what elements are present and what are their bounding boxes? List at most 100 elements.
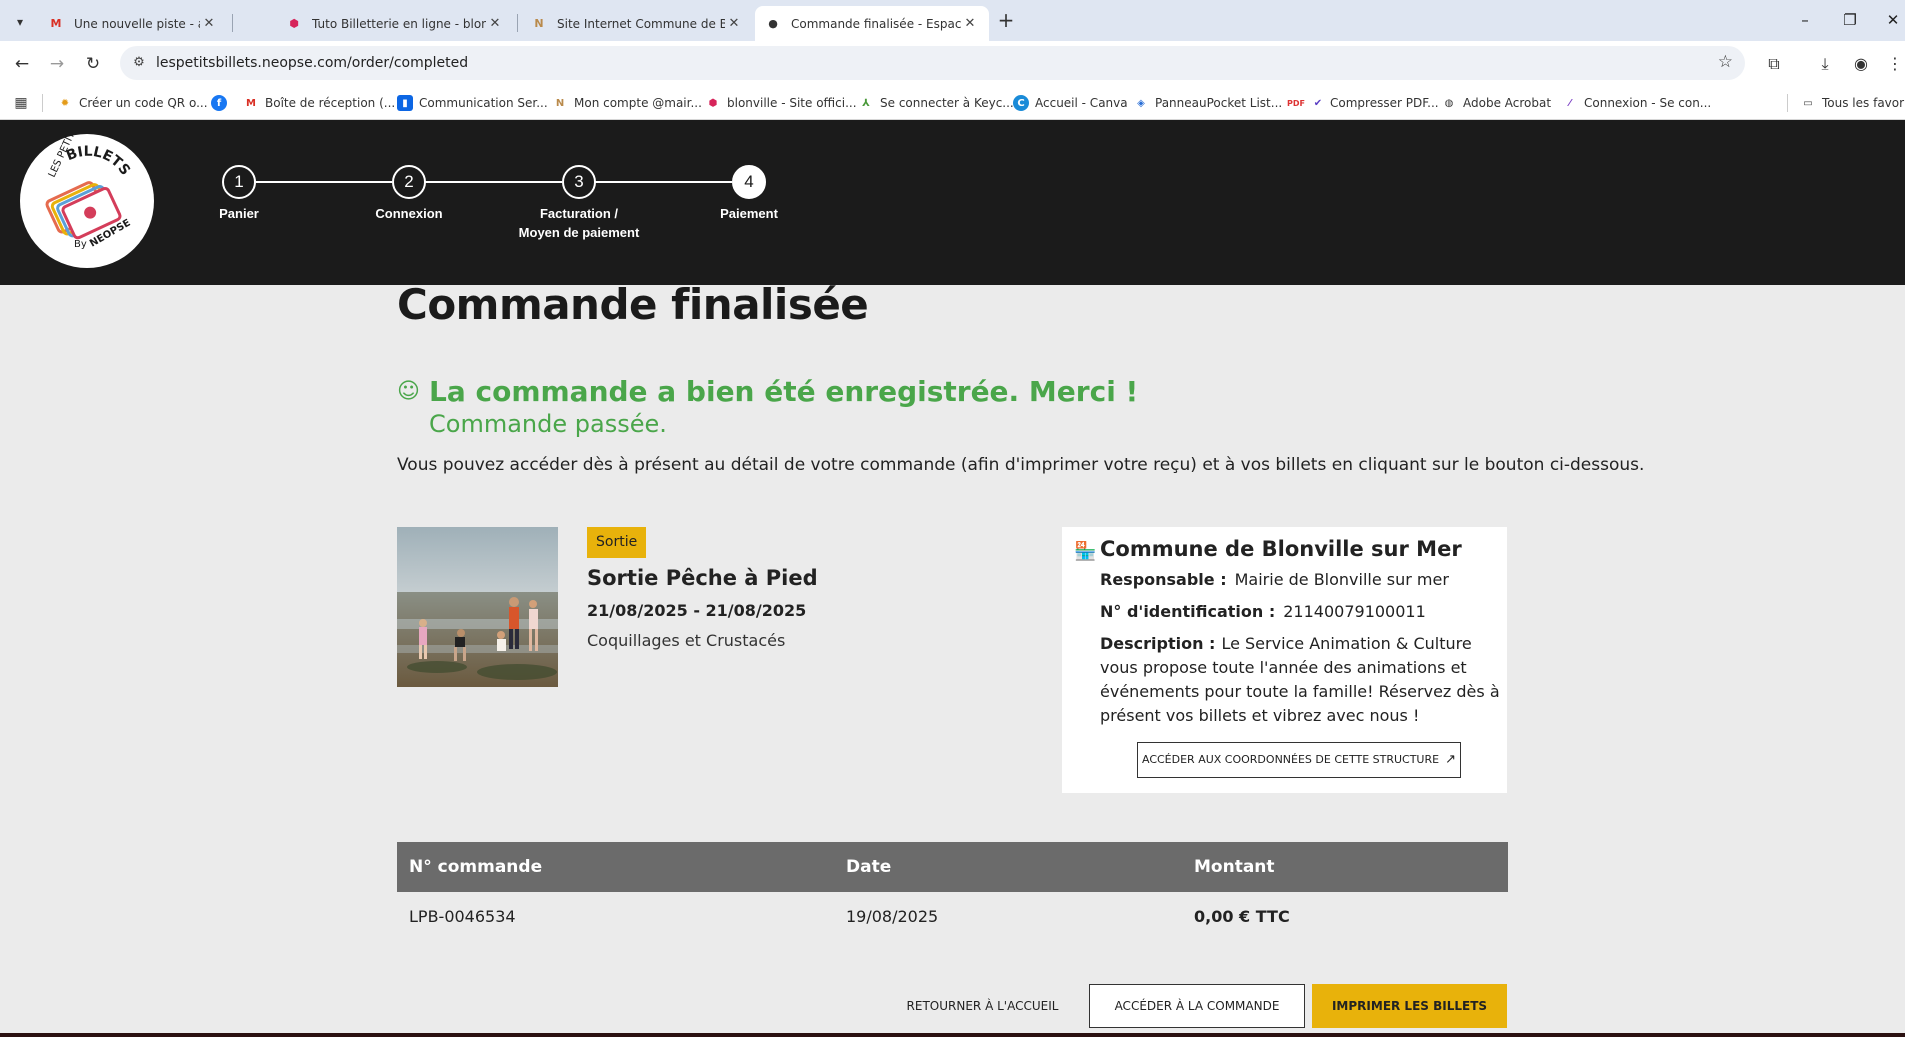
order-date: 19/08/2025 [846,907,939,926]
order-amount: 0,00 € TTC [1194,907,1290,926]
organizer-name: Commune de Blonville sur Mer [1100,537,1462,561]
keycloak-icon: ⅄ [862,97,870,109]
step-4-label: Paiement [720,206,778,221]
header-amount: Montant [1194,857,1275,877]
bookmark-item[interactable]: ⅄ Se connecter à Keyc... [858,93,1014,113]
smiley-icon: ☺ [397,379,420,404]
minimize-icon[interactable]: – [1793,8,1817,32]
event-title: Sortie Pêche à Pied [587,566,818,590]
bookmark-item[interactable]: PDF ✔ Compresser PDF... [1287,93,1439,113]
event-photo [397,527,558,687]
step-4-circle: 4 [732,165,766,199]
external-link-icon: ↗ [1445,752,1456,767]
tab-strip: ▾ M Une nouvelle piste - animation ✕ ⬢ T… [0,0,1905,41]
tab-separator [232,14,233,32]
logo-badge: BILLETS LES PETITS By NEOPSE [45,125,133,250]
organizer-contact-button[interactable]: ACCÉDER AUX COORDONNÉES DE CETTE STRUCTU… [1137,742,1461,778]
bookmark-item[interactable]: f [211,93,233,113]
back-icon[interactable]: ← [9,51,35,77]
browser-tab[interactable]: N Site Internet Commune de Blon ✕ [521,6,753,41]
tab-search-icon[interactable]: ▾ [8,10,32,34]
forward-icon[interactable]: → [44,51,70,77]
organizer-card: 🏪 Commune de Blonville sur Mer Responsab… [1062,527,1507,793]
app-icon: ⬢ [289,17,299,30]
facebook-icon: f [211,95,227,111]
globe-icon: ◍ [1444,97,1454,109]
panneau-icon: ◈ [1137,97,1145,109]
gear-icon: ✹ [60,97,70,109]
browser-tab[interactable]: ⬢ Tuto Billetterie en ligne - blonv ✕ [276,6,514,41]
site-logo[interactable]: BILLETS LES PETITS By NEOPSE [20,125,154,268]
bookmark-item[interactable]: M Boîte de réception (... [243,93,395,113]
app-icon: ⬢ [708,97,718,109]
site-header: BILLETS LES PETITS By NEOPSE 1 2 3 4 Pan… [0,120,1905,285]
canva-icon: C [1013,95,1029,111]
event-subtitle: Coquillages et Crustacés [587,631,786,650]
step-1-label: Panier [219,206,259,221]
close-tab-icon[interactable]: ✕ [961,16,979,31]
step-3-circle: 3 [562,165,596,199]
close-tab-icon[interactable]: ✕ [200,16,218,31]
bookmarks-bar: ▦ ✹ Créer un code QR o... f M Boîte de r… [0,86,1905,120]
organizer-id: N° d'identification :21140079100011 [1100,602,1426,621]
all-bookmarks[interactable]: ▭ Tous les favoris [1800,93,1905,113]
menu-icon[interactable]: ⋮ [1882,51,1905,77]
svg-text:By: By [74,239,87,250]
step-1-circle: 1 [222,165,256,199]
close-tab-icon[interactable]: ✕ [486,16,504,31]
step-3-label: Facturation / Moyen de paiement [518,206,640,240]
view-order-button[interactable]: ACCÉDER À LA COMMANDE [1089,984,1305,1028]
browser-toolbar: ← → ↻ ⚙ lespetitsbillets.neopse.com/orde… [0,41,1905,86]
check-icon: ✔ [1313,97,1323,109]
order-number: LPB-0046534 [409,907,516,926]
success-subtitle: Commande passée. [429,410,667,438]
store-icon: 🏪 [1074,541,1097,562]
bookmark-separator [1787,94,1788,112]
bookmark-item[interactable]: ✹ Créer un code QR o... [57,93,208,113]
bookmark-item[interactable]: C Accueil - Canva [1013,93,1128,113]
address-bar[interactable]: ⚙ lespetitsbillets.neopse.com/order/comp… [120,46,1745,80]
tab-separator [517,14,518,32]
extensions-icon[interactable]: ⧉ [1761,51,1787,77]
new-tab-icon[interactable]: + [994,8,1018,32]
step-2-circle: 2 [392,165,426,199]
close-window-icon[interactable]: ✕ [1881,8,1905,32]
home-button[interactable]: RETOURNER À L'ACCUEIL [895,984,1070,1028]
bookmark-separator [42,94,43,112]
info-text: Vous pouvez accéder dès à présent au dét… [397,455,1645,475]
logo-text: BILLETS [64,144,133,179]
print-tickets-button[interactable]: IMPRIMER LES BILLETS [1312,984,1507,1028]
close-tab-icon[interactable]: ✕ [725,16,743,31]
apps-grid-icon[interactable]: ▦ [12,94,30,112]
header-date: Date [846,857,892,877]
table-row: LPB-0046534 19/08/2025 0,00 € TTC [397,892,1508,942]
download-icon[interactable]: ⤓ [1812,51,1838,77]
url-text[interactable]: lespetitsbillets.neopse.com/order/comple… [156,55,468,71]
site-info-icon[interactable]: ⚙ [130,54,148,72]
reload-icon[interactable]: ↻ [80,51,106,77]
profile-icon[interactable]: ◉ [1848,51,1874,77]
success-title: La commande a bien été enregistrée. Merc… [429,375,1139,408]
notion-icon: N [555,97,565,109]
restore-icon[interactable]: ❐ [1838,8,1862,32]
event-category-badge: Sortie [587,527,647,558]
bookmark-item[interactable]: ⁄ Connexion - Se con... [1562,93,1711,113]
bookmark-item[interactable]: N Mon compte @mair... [552,93,702,113]
gmail-icon: M [246,97,256,109]
organizer-responsable: Responsable : Mairie de Blonville sur mer [1100,570,1449,589]
browser-tab-active[interactable]: ● Commande finalisée - Espace c ✕ [755,6,989,41]
bookmark-item[interactable]: ◈ PanneauPocket List... [1133,93,1282,113]
step-connector [595,181,732,183]
header-order-number: N° commande [409,857,543,877]
bookmark-item[interactable]: ▮ Communication Ser... [397,93,548,113]
folder-icon: ▭ [1803,97,1813,109]
page-bottom-edge [0,1033,1905,1037]
bookmark-item[interactable]: ⬢ blonville - Site offici... [705,93,857,113]
step-2-label: Connexion [375,206,443,221]
bookmark-star-icon[interactable]: ☆ [1718,52,1733,72]
bookmark-item[interactable]: ◍ Adobe Acrobat [1441,93,1551,113]
notion-icon: N [534,17,544,30]
browser-tab[interactable]: M Une nouvelle piste - animation ✕ [38,6,228,41]
dot-icon: ● [768,17,778,30]
step-connector [256,181,392,183]
